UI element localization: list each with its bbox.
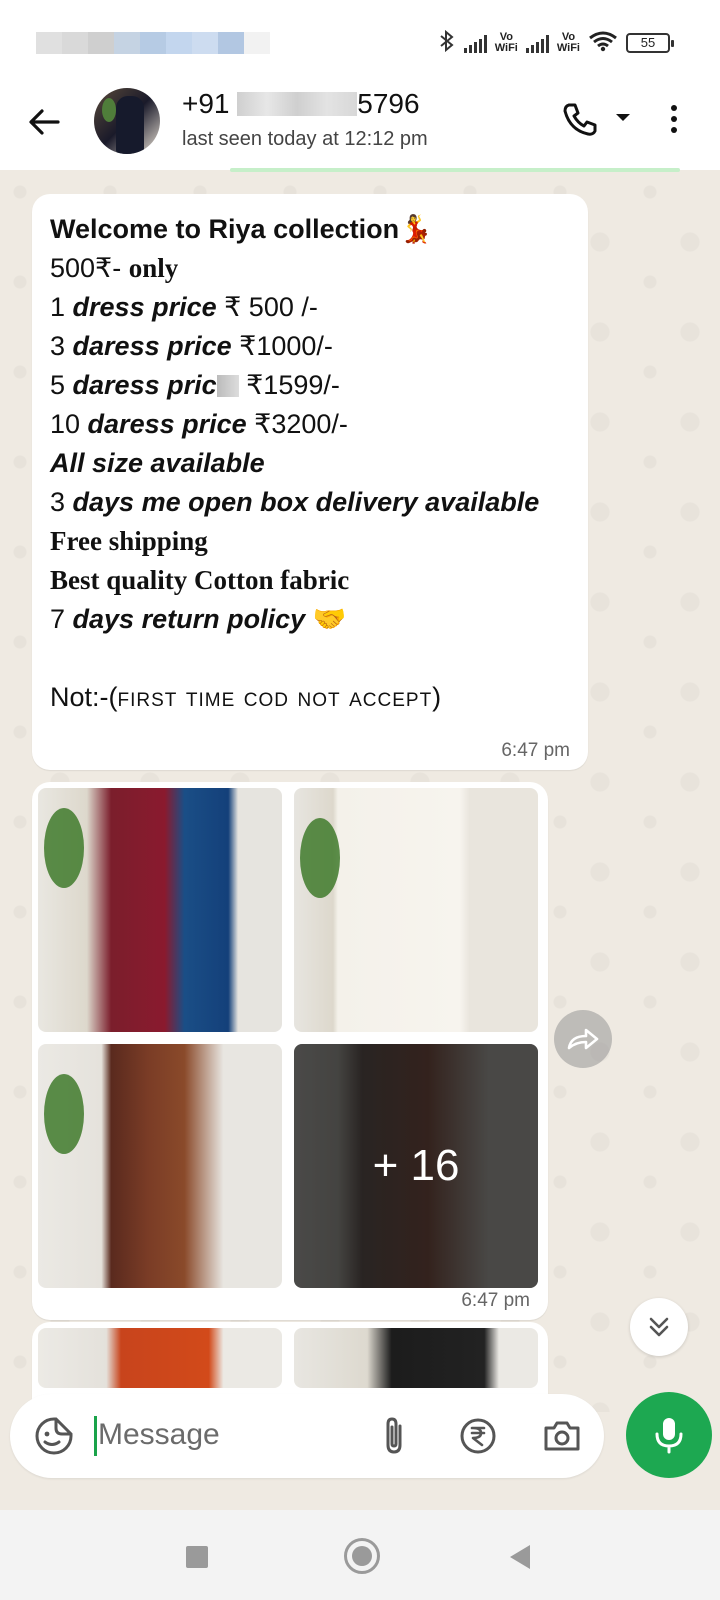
- signal-icon: [463, 33, 487, 53]
- system-back-icon[interactable]: [510, 1545, 530, 1569]
- message-timestamp: 6:47 pm: [501, 740, 570, 761]
- camera-icon[interactable]: [540, 1414, 584, 1458]
- battery-indicator: 55: [626, 32, 674, 53]
- more-options-icon[interactable]: [668, 100, 680, 140]
- message-line: 500₹- only: [50, 253, 179, 283]
- media-album-bubble[interactable]: + 16 6:47 pm: [32, 782, 548, 1320]
- blur-segment: [88, 32, 114, 54]
- chat-header: +91 5796 last seen today at 12:12 pm: [0, 84, 720, 170]
- microphone-icon: [655, 1418, 683, 1454]
- bluetooth-icon: [438, 29, 456, 55]
- message-composer: [10, 1394, 604, 1478]
- contact-name[interactable]: +91 5796: [182, 88, 420, 120]
- redacted-number: [237, 92, 358, 116]
- message-line: 1 dress price ₹ 500 /-: [50, 292, 318, 322]
- handshake-emoji-icon: 🤝: [305, 604, 347, 634]
- home-icon[interactable]: [344, 1538, 380, 1574]
- microphone-button[interactable]: [626, 1392, 712, 1478]
- message-line: Not:-(first time cod not accept): [50, 682, 442, 712]
- message-line: 3 days me open box delivery available: [50, 487, 540, 517]
- blur-segment: [36, 32, 62, 54]
- redacted-char: [216, 375, 239, 397]
- blur-segment: [192, 32, 218, 54]
- forward-icon[interactable]: [554, 1010, 612, 1068]
- blur-segment: [114, 32, 140, 54]
- blur-segment: [166, 32, 192, 54]
- blur-segment: [218, 32, 244, 54]
- blur-segment: [244, 32, 270, 54]
- message-line: 7 days return policy 🤝: [50, 604, 347, 634]
- blur-segment: [62, 32, 88, 54]
- dress-photo[interactable]: [38, 1328, 282, 1388]
- back-arrow-icon[interactable]: [24, 102, 64, 142]
- volte-wifi-label-2: Vo WiFi: [556, 30, 580, 54]
- message-line: Free shipping: [50, 526, 208, 556]
- media-timestamp: 6:47 pm: [461, 1290, 530, 1311]
- dress-photo[interactable]: + 16: [294, 1044, 538, 1288]
- last-seen-status: last seen today at 12:12 pm: [182, 128, 428, 150]
- message-line: 10 daress price ₹3200/-: [50, 409, 348, 439]
- paperclip-icon[interactable]: [372, 1414, 416, 1458]
- more-photos-count: + 16: [294, 1044, 538, 1288]
- message-line: Welcome to Riya collection💃: [50, 214, 433, 244]
- status-bar: Vo WiFi Vo WiFi 55: [0, 0, 720, 84]
- message-line-blank: [50, 639, 570, 678]
- dress-photo[interactable]: [38, 788, 282, 1032]
- dress-photo[interactable]: [294, 788, 538, 1032]
- status-icons: Vo WiFi Vo WiFi 55: [438, 29, 674, 55]
- message-line: Best quality Cotton fabric: [50, 565, 350, 595]
- dress-photo[interactable]: [294, 1328, 538, 1388]
- message-bubble[interactable]: Welcome to Riya collection💃 500₹- only 1…: [32, 194, 588, 770]
- call-options-caret-icon[interactable]: [616, 114, 630, 121]
- rupee-payment-icon[interactable]: [456, 1414, 500, 1458]
- system-navigation-bar: [0, 1510, 720, 1600]
- chat-area[interactable]: Welcome to Riya collection💃 500₹- only 1…: [0, 172, 720, 1412]
- recents-icon[interactable]: [186, 1546, 208, 1568]
- message-input[interactable]: [98, 1412, 358, 1458]
- sticker-emoji-icon[interactable]: [32, 1414, 76, 1458]
- message-line: 3 daress price ₹1000/-: [50, 331, 333, 361]
- message-line: 5 daress pric ₹1599/-: [50, 370, 340, 400]
- blurred-notification-icons: [36, 32, 270, 54]
- signal-icon-2: [525, 33, 549, 53]
- volte-wifi-label: Vo WiFi: [494, 30, 518, 54]
- avatar[interactable]: [94, 88, 160, 154]
- phone-icon[interactable]: [560, 100, 600, 140]
- scroll-down-icon[interactable]: [630, 1298, 688, 1356]
- text-cursor: [94, 1416, 97, 1456]
- dress-photo[interactable]: [38, 1044, 282, 1288]
- message-line: All size available: [50, 448, 265, 478]
- wifi-icon: [588, 30, 618, 55]
- dancer-emoji-icon: 💃: [399, 214, 433, 244]
- blur-segment: [140, 32, 166, 54]
